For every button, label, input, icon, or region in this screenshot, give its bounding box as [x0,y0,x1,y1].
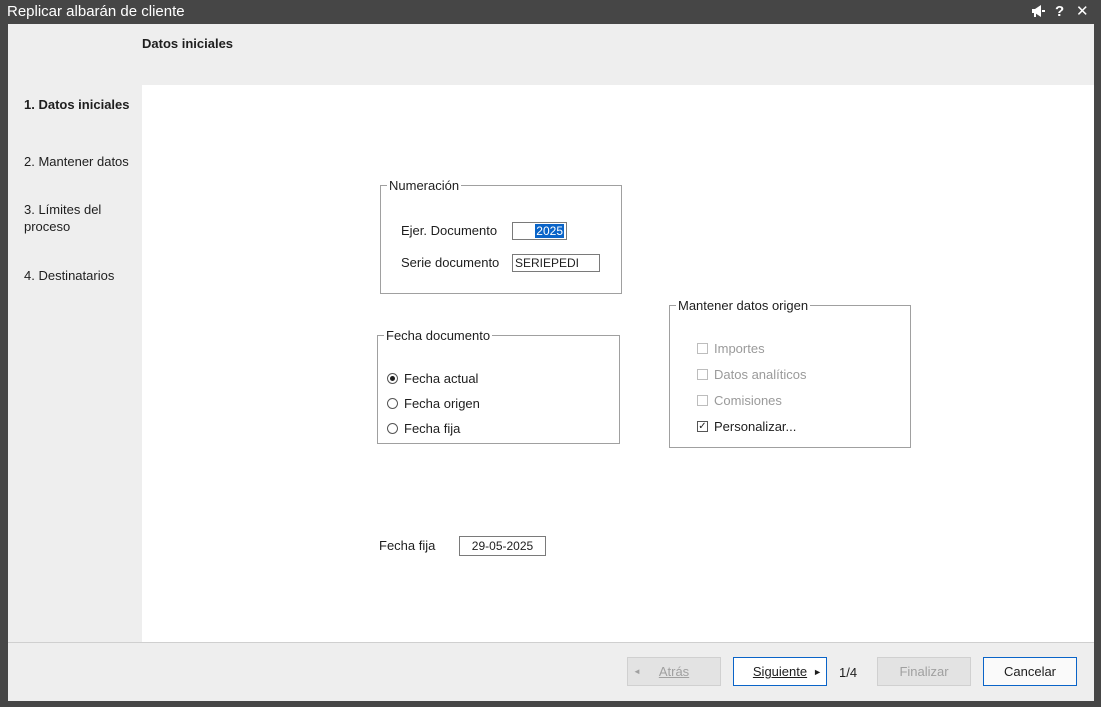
fecha-fija-input[interactable]: 29-05-2025 [459,536,546,556]
check-personalizar[interactable]: ✓ Personalizar... [697,417,796,435]
ejer-documento-value: 2025 [535,224,564,238]
content-panel: Numeración Ejer. Documento 2025 Serie do… [142,85,1094,642]
wizard-footer: ◄ Atrás Siguiente ► 1/4 Finalizar Cancel… [8,642,1094,701]
checkbox-checked[interactable]: ✓ [697,420,708,432]
check-datos-analiticos-label: Datos analíticos [714,366,807,382]
checkbox [697,368,708,380]
radio-fecha-fija-label: Fecha fija [404,420,461,436]
check-comisiones-label: Comisiones [714,392,782,408]
window-title: Replicar albarán de cliente [7,3,185,20]
radio-fecha-origen[interactable]: Fecha origen [387,394,480,412]
numeracion-group: Numeración Ejer. Documento 2025 Serie do… [380,178,622,294]
finish-button-label: Finalizar [899,664,949,679]
radio-button-selected[interactable] [387,372,398,384]
help-icon[interactable]: ? [1055,3,1064,21]
page-indicator: 1/4 [839,665,858,680]
ejer-documento-input[interactable]: 2025 [512,222,567,240]
wizard-header: Datos iniciales [8,24,1094,85]
title-bar: Replicar albarán de cliente ? ✕ [0,0,1101,24]
radio-fecha-origen-label: Fecha origen [404,395,480,411]
radio-fecha-actual-label: Fecha actual [404,370,479,386]
arrow-left-icon: ◄ [633,667,641,676]
serie-documento-label: Serie documento [401,255,500,270]
check-importes: Importes [697,339,765,357]
check-comisiones: Comisiones [697,391,782,409]
check-personalizar-label: Personalizar... [714,418,797,434]
finish-button[interactable]: Finalizar [877,657,971,686]
check-datos-analiticos: Datos analíticos [697,365,807,383]
mantener-datos-group: Mantener datos origen Importes Datos ana… [669,298,911,448]
radio-fecha-fija[interactable]: Fecha fija [387,419,460,437]
step-limites-proceso[interactable]: 3. Límites del proceso [24,201,139,235]
radio-button[interactable] [387,422,398,434]
page-title: Datos iniciales [142,36,234,51]
checkbox [697,394,708,406]
checkbox [697,342,708,354]
next-button[interactable]: Siguiente ► [733,657,827,686]
wizard-window: Datos iniciales 1. Datos iniciales 2. Ma… [8,24,1094,701]
fecha-documento-legend: Fecha documento [386,328,491,343]
close-icon[interactable]: ✕ [1076,3,1089,21]
megaphone-icon[interactable] [1030,3,1046,24]
arrow-right-icon: ► [813,666,822,677]
back-button[interactable]: ◄ Atrás [627,657,721,686]
fecha-fija-label: Fecha fija [379,538,436,553]
radio-button[interactable] [387,397,398,409]
cancel-button-label: Cancelar [1003,664,1057,679]
radio-fecha-actual[interactable]: Fecha actual [387,369,478,387]
step-datos-iniciales[interactable]: 1. Datos iniciales [24,96,139,113]
back-button-label: Atrás [658,664,690,679]
serie-documento-input[interactable]: SERIEPEDI [512,254,600,272]
mantener-datos-legend: Mantener datos origen [678,298,809,313]
step-mantener-datos[interactable]: 2. Mantener datos [24,153,139,170]
step-destinatarios[interactable]: 4. Destinatarios [24,267,139,284]
cancel-button[interactable]: Cancelar [983,657,1077,686]
check-importes-label: Importes [714,340,765,356]
next-button-label: Siguiente [752,664,808,679]
steps-sidebar: 1. Datos iniciales 2. Mantener datos 3. … [8,85,142,642]
fecha-documento-group: Fecha documento Fecha actual Fecha orige… [377,328,620,444]
numeracion-legend: Numeración [389,178,460,193]
ejer-documento-label: Ejer. Documento [401,223,498,238]
